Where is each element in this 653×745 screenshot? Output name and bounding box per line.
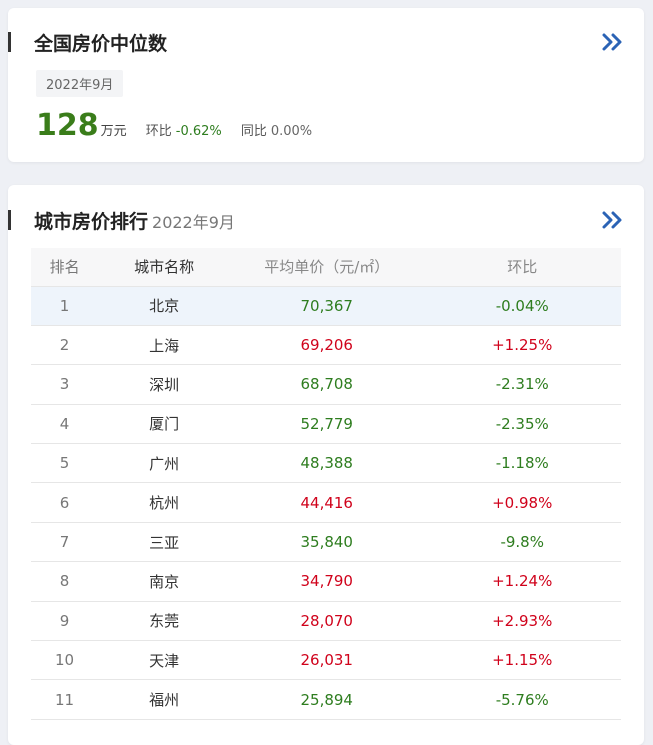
yoy-label: 同比 [240, 124, 267, 139]
double-chevron-right-icon[interactable] [600, 32, 626, 52]
rank-cell: 9 [59, 611, 70, 630]
city-cell: 东莞 [149, 612, 180, 631]
table-row[interactable]: 10 天津 26,031 +1.15% [31, 640, 621, 680]
city-cell: 天津 [149, 651, 180, 670]
change-cell: +1.15% [492, 651, 553, 670]
median-price-value: 128 [36, 108, 99, 143]
median-price-title: 全国房价中位数 [34, 33, 168, 55]
table-row[interactable]: 8 南京 34,790 +1.24% [31, 561, 621, 601]
table-row[interactable]: 2 上海 69,206 +1.25% [31, 325, 621, 364]
change-cell: -5.76% [495, 690, 549, 709]
change-cell: +0.98% [492, 493, 553, 512]
rank-cell: 7 [59, 533, 70, 552]
change-cell: -9.8% [500, 533, 544, 552]
price-cell: 44,416 [300, 493, 353, 512]
change-cell: -2.35% [495, 414, 549, 433]
city-cell: 杭州 [149, 494, 180, 513]
header-city: 城市名称 [134, 258, 195, 277]
rank-cell: 1 [59, 296, 70, 315]
table-row[interactable]: 1 北京 70,367 -0.04% [31, 286, 621, 326]
change-cell: -1.18% [495, 454, 549, 473]
title-accent-bar [8, 32, 11, 52]
price-cell: 26,031 [300, 651, 353, 670]
city-cell: 北京 [149, 297, 180, 316]
title-accent-bar [8, 210, 11, 230]
change-cell: -2.31% [495, 375, 549, 394]
ranking-title-text: 城市房价排行 [34, 211, 149, 233]
yoy-value: 0.00% [270, 124, 313, 139]
price-cell: 68,708 [300, 375, 353, 394]
median-price-row: 128 万元 环比 -0.62% 同比 0.00% [36, 108, 312, 143]
change-cell: -0.04% [495, 296, 549, 315]
price-cell: 34,790 [300, 572, 353, 591]
table-row[interactable]: 3 深圳 68,708 -2.31% [31, 364, 621, 404]
median-price-card: 全国房价中位数 2022年9月 128 万元 环比 -0.62% 同比 0.00% [8, 8, 644, 162]
table-row[interactable]: 11 福州 25,894 -5.76% [31, 679, 621, 720]
city-cell: 三亚 [149, 533, 180, 552]
header-rank: 排名 [49, 258, 80, 277]
table-row[interactable]: 6 杭州 44,416 +0.98% [31, 482, 621, 522]
city-ranking-table: 排名 城市名称 平均单价（元/㎡） 环比 1 北京 70,367 -0.04% 2 上海 6… [31, 248, 621, 720]
city-cell: 广州 [149, 454, 180, 473]
price-cell: 28,070 [300, 611, 353, 630]
city-cell: 上海 [149, 336, 180, 355]
city-cell: 深圳 [149, 375, 180, 394]
change-cell: +1.24% [492, 572, 553, 591]
table-row[interactable]: 9 东莞 28,070 +2.93% [31, 601, 621, 640]
table-row[interactable]: 4 厦门 52,779 -2.35% [31, 404, 621, 443]
price-cell: 70,367 [300, 296, 353, 315]
table-row[interactable]: 7 三亚 35,840 -9.8% [31, 522, 621, 561]
date-tag: 2022年9月 [36, 70, 124, 97]
rank-cell: 10 [55, 651, 75, 670]
rank-cell: 8 [59, 572, 70, 591]
ranking-date: 2022年9月 [152, 213, 235, 232]
mom-value: -0.62% [175, 124, 222, 139]
price-cell: 35,840 [300, 533, 353, 552]
rank-cell: 3 [59, 375, 70, 394]
city-ranking-card: 城市房价排行 2022年9月 排名 城市名称 平均单价（元/㎡） 环比 1 北京 70… [8, 185, 644, 745]
city-cell: 南京 [149, 572, 180, 591]
price-unit: 万元 [100, 124, 127, 139]
table-row[interactable]: 5 广州 48,388 -1.18% [31, 443, 621, 483]
city-ranking-title: 城市房价排行 2022年9月 [34, 207, 235, 234]
double-chevron-right-icon[interactable] [600, 210, 626, 230]
rank-cell: 6 [59, 493, 70, 512]
price-cell: 69,206 [300, 336, 353, 355]
city-cell: 福州 [149, 691, 180, 710]
price-cell: 48,388 [300, 454, 353, 473]
rank-cell: 2 [59, 336, 70, 355]
rank-cell: 11 [55, 690, 75, 709]
table-header-row: 排名 城市名称 平均单价（元/㎡） 环比 [31, 248, 621, 286]
city-cell: 厦门 [149, 415, 180, 434]
price-cell: 52,779 [300, 414, 353, 433]
change-cell: +1.25% [492, 336, 553, 355]
change-cell: +2.93% [492, 611, 553, 630]
price-cell: 25,894 [300, 690, 353, 709]
header-price: 平均单价（元/㎡） [264, 258, 390, 277]
header-change: 环比 [507, 258, 538, 277]
rank-cell: 4 [59, 414, 70, 433]
mom-label: 环比 [145, 124, 172, 139]
rank-cell: 5 [59, 454, 70, 473]
